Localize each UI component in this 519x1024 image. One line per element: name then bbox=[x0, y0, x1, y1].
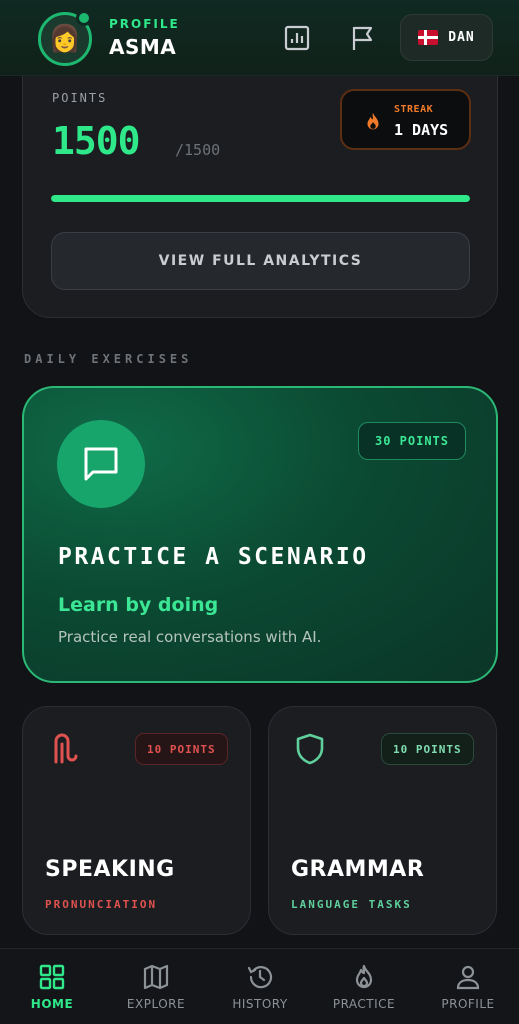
practice-scenario-card[interactable]: 30 POINTS PRACTICE A SCENARIO Learn by d… bbox=[22, 386, 498, 683]
points-progress-bar bbox=[51, 195, 470, 202]
nav-history-label: HISTORY bbox=[232, 997, 288, 1011]
speaking-subtitle: PRONUNCIATION bbox=[45, 898, 158, 911]
grammar-title: GRAMMAR bbox=[291, 857, 425, 882]
language-selector-button[interactable]: DAN bbox=[400, 14, 493, 61]
scenario-subtitle: Learn by doing bbox=[58, 594, 219, 616]
nav-home[interactable]: HOME bbox=[0, 949, 104, 1024]
ear-icon bbox=[54, 733, 78, 764]
nav-explore[interactable]: EXPLORE bbox=[104, 949, 208, 1024]
scenario-points-badge: 30 POINTS bbox=[358, 422, 466, 460]
grammar-points-badge: 10 POINTS bbox=[381, 733, 474, 765]
scenario-description: Practice real conversations with AI. bbox=[58, 628, 322, 646]
history-icon bbox=[247, 966, 273, 989]
online-status-dot bbox=[76, 10, 92, 26]
home-grid-icon bbox=[39, 964, 65, 990]
stats-icon[interactable] bbox=[283, 24, 311, 52]
nav-practice-label: PRACTICE bbox=[332, 997, 396, 1011]
profile-label: PROFILE bbox=[109, 17, 180, 31]
streak-badge: STREAK 1 DAYS bbox=[340, 89, 471, 150]
flame-icon bbox=[355, 964, 373, 989]
nav-profile[interactable]: PROFILE bbox=[416, 949, 519, 1024]
speaking-title: SPEAKING bbox=[45, 857, 175, 882]
points-progress-fill bbox=[51, 195, 470, 202]
flame-icon bbox=[367, 112, 379, 130]
points-card: POINTS 1500 /1500 STREAK 1 DAYS VIEW FUL… bbox=[22, 50, 498, 318]
chat-bubble-icon bbox=[84, 447, 118, 481]
speaking-card[interactable]: 10 POINTS SPEAKING PRONUNCIATION bbox=[22, 706, 251, 935]
user-icon bbox=[456, 965, 480, 990]
section-title: DAILY EXERCISES bbox=[24, 352, 193, 366]
denmark-flag-icon bbox=[418, 30, 439, 45]
nav-practice[interactable]: PRACTICE bbox=[312, 949, 416, 1024]
scenario-title: PRACTICE A SCENARIO bbox=[58, 544, 369, 570]
view-analytics-button[interactable]: VIEW FULL ANALYTICS bbox=[51, 232, 470, 290]
map-icon bbox=[143, 964, 169, 990]
streak-label: STREAK bbox=[394, 104, 434, 115]
language-code: DAN bbox=[448, 30, 475, 45]
points-value: 1500 bbox=[52, 119, 141, 163]
flag-icon[interactable] bbox=[349, 24, 377, 52]
nav-home-label: HOME bbox=[30, 997, 74, 1011]
app-header: 👩 PROFILE ASMA DAN bbox=[0, 0, 519, 76]
streak-value: 1 DAYS bbox=[394, 121, 449, 139]
shield-icon bbox=[296, 733, 324, 765]
scenario-icon-circle bbox=[57, 420, 145, 508]
grammar-card[interactable]: 10 POINTS GRAMMAR LANGUAGE TASKS bbox=[268, 706, 497, 935]
points-label: POINTS bbox=[52, 91, 108, 105]
user-name[interactable]: ASMA bbox=[109, 35, 176, 59]
grammar-subtitle: LANGUAGE TASKS bbox=[291, 898, 412, 911]
nav-history[interactable]: HISTORY bbox=[208, 949, 312, 1024]
speaking-points-badge: 10 POINTS bbox=[135, 733, 228, 765]
nav-explore-label: EXPLORE bbox=[126, 997, 186, 1011]
bottom-nav: HOME EXPLORE HISTORY PRACTICE PROFILE bbox=[0, 948, 519, 1024]
avatar-emoji: 👩 bbox=[48, 24, 82, 54]
points-total: /1500 bbox=[175, 141, 221, 159]
nav-profile-label: PROFILE bbox=[441, 997, 495, 1011]
